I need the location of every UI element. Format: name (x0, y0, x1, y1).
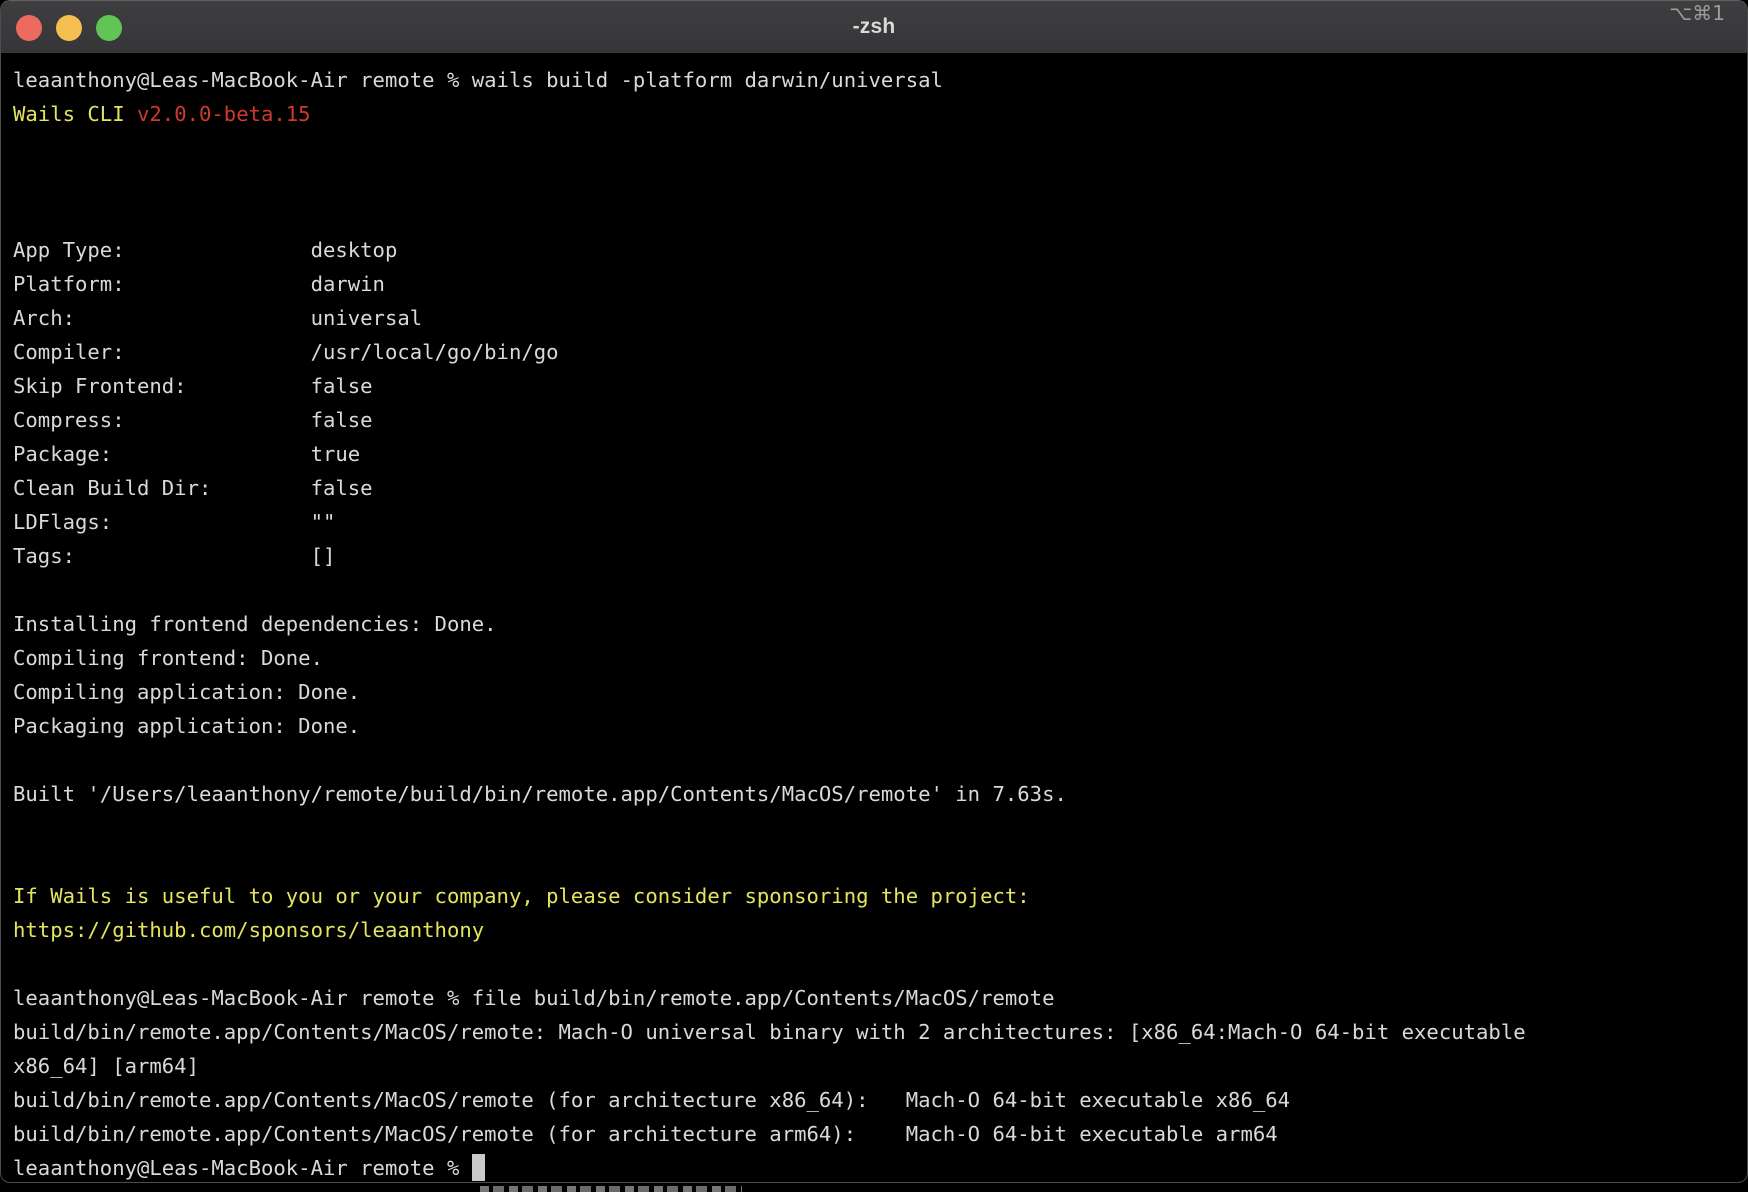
title-bar[interactable]: -zsh ⌥⌘1 (1, 1, 1747, 54)
terminal-line: https://github.com/sponsors/leaanthony (13, 913, 1746, 947)
terminal-line: Packaging application: Done. (13, 709, 1746, 743)
terminal-line: leaanthony@Leas-MacBook-Air remote % (13, 1151, 1746, 1181)
terminal-text-segment: build/bin/remote.app/Contents/MacOS/remo… (13, 1088, 1290, 1112)
terminal-text-segment: https://github.com/sponsors/leaanthony (13, 918, 484, 942)
terminal-text-segment: leaanthony@Leas-MacBook-Air remote % wai… (13, 68, 943, 92)
terminal-line: build/bin/remote.app/Contents/MacOS/remo… (13, 1117, 1746, 1151)
terminal-line: If Wails is useful to you or your compan… (13, 879, 1746, 913)
terminal-cursor[interactable] (472, 1154, 485, 1182)
terminal-line: Platform: darwin (13, 267, 1746, 301)
terminal-text-segment: build/bin/remote.app/Contents/MacOS/remo… (13, 1020, 1526, 1044)
terminal-line: Wails CLI v2.0.0-beta.15 (13, 97, 1746, 131)
terminal-text-segment: Packaging application: Done. (13, 714, 360, 738)
terminal-line (13, 845, 1746, 879)
terminal-line: x86_64] [arm64] (13, 1049, 1746, 1083)
terminal-line: Compiler: /usr/local/go/bin/go (13, 335, 1746, 369)
terminal-text-segment: Compiler: /usr/local/go/bin/go (13, 340, 559, 364)
terminal-text-segment: Tags: [] (13, 544, 335, 568)
traffic-lights (16, 15, 122, 41)
terminal-line: Arch: universal (13, 301, 1746, 335)
terminal-text-segment: Installing frontend dependencies: Done. (13, 612, 497, 636)
terminal-line: build/bin/remote.app/Contents/MacOS/remo… (13, 1083, 1746, 1117)
terminal-text-segment: leaanthony@Leas-MacBook-Air remote % fil… (13, 986, 1054, 1010)
terminal-text-segment: v2.0.0-beta.15 (137, 102, 311, 126)
terminal-text-segment: Compiling frontend: Done. (13, 646, 323, 670)
tab-shortcut-badge: ⌥⌘1 (1669, 1, 1725, 25)
window-title: -zsh (1, 15, 1747, 39)
terminal-line: Tags: [] (13, 539, 1746, 573)
terminal-text-segment: Built '/Users/leaanthony/remote/build/bi… (13, 782, 1067, 806)
terminal-line: Compiling application: Done. (13, 675, 1746, 709)
terminal-text-segment: LDFlags: "" (13, 510, 335, 534)
terminal-line (13, 199, 1746, 233)
background-window-text-sliver (480, 1186, 742, 1192)
terminal-line: Installing frontend dependencies: Done. (13, 607, 1746, 641)
terminal-text-segment: leaanthony@Leas-MacBook-Air remote % (13, 1156, 472, 1180)
terminal-line: App Type: desktop (13, 233, 1746, 267)
terminal-line: Built '/Users/leaanthony/remote/build/bi… (13, 777, 1746, 811)
terminal-line (13, 131, 1746, 165)
terminal-line: Clean Build Dir: false (13, 471, 1746, 505)
terminal-line: LDFlags: "" (13, 505, 1746, 539)
terminal-line (13, 743, 1746, 777)
terminal-text-segment: Platform: darwin (13, 272, 385, 296)
terminal-text-segment: build/bin/remote.app/Contents/MacOS/remo… (13, 1122, 1278, 1146)
terminal-text-segment: If Wails is useful to you or your compan… (13, 884, 1030, 908)
terminal-line (13, 811, 1746, 845)
terminal-line (13, 573, 1746, 607)
terminal-line: Package: true (13, 437, 1746, 471)
terminal-line: leaanthony@Leas-MacBook-Air remote % wai… (13, 63, 1746, 97)
terminal-text-segment: Skip Frontend: false (13, 374, 373, 398)
terminal-window: -zsh ⌥⌘1 leaanthony@Leas-MacBook-Air rem… (0, 0, 1748, 1183)
zoom-button[interactable] (96, 15, 122, 41)
minimize-button[interactable] (56, 15, 82, 41)
terminal-text-segment: Package: true (13, 442, 360, 466)
terminal-text-segment: App Type: desktop (13, 238, 397, 262)
terminal-line: Compress: false (13, 403, 1746, 437)
terminal-line (13, 947, 1746, 981)
terminal-text-segment: x86_64] [arm64] (13, 1054, 199, 1078)
terminal-line: build/bin/remote.app/Contents/MacOS/remo… (13, 1015, 1746, 1049)
terminal-text-segment: Clean Build Dir: false (13, 476, 373, 500)
terminal-line (13, 165, 1746, 199)
terminal-text-segment: Wails CLI (13, 102, 137, 126)
terminal-line: Skip Frontend: false (13, 369, 1746, 403)
terminal-line: Compiling frontend: Done. (13, 641, 1746, 675)
terminal-output[interactable]: leaanthony@Leas-MacBook-Air remote % wai… (2, 54, 1746, 1181)
terminal-line: leaanthony@Leas-MacBook-Air remote % fil… (13, 981, 1746, 1015)
close-button[interactable] (16, 15, 42, 41)
terminal-text-segment: Compiling application: Done. (13, 680, 360, 704)
terminal-text-segment: Arch: universal (13, 306, 422, 330)
terminal-text-segment: Compress: false (13, 408, 373, 432)
